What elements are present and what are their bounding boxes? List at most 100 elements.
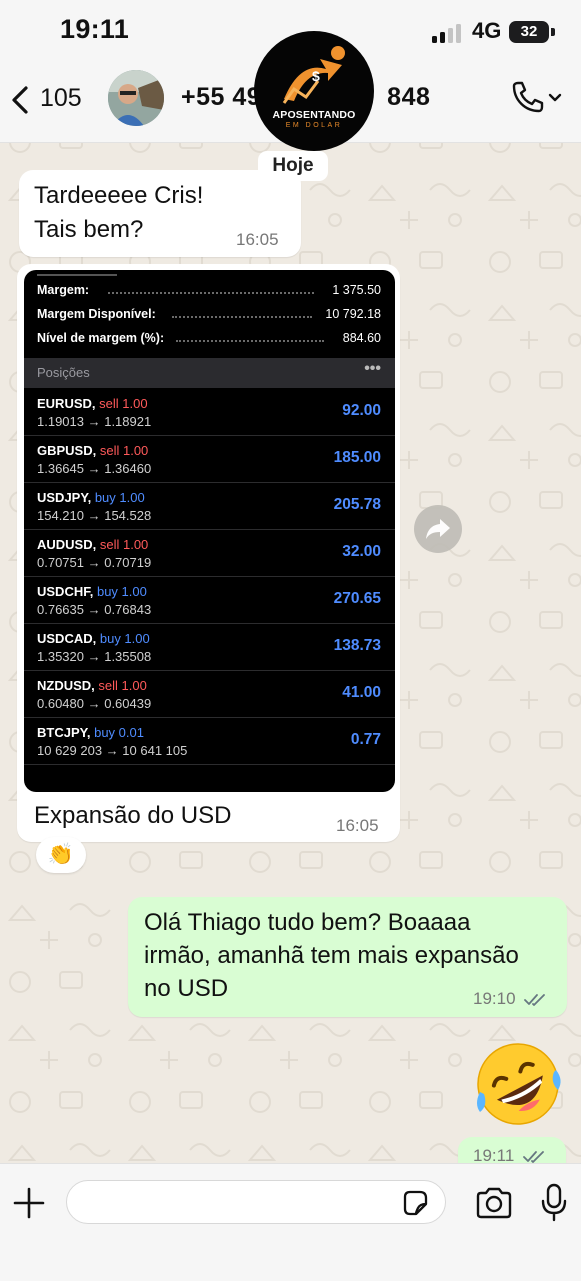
position-profit: 32.00 — [342, 543, 381, 560]
position-row: NZDUSD, sell 1.00 0.60480 → 0.60439 41.0… — [24, 670, 395, 718]
battery-level: 32 — [520, 23, 538, 40]
dotted-leader — [176, 340, 324, 342]
position-side: buy 0.01 — [94, 725, 144, 740]
message-incoming-1[interactable]: Tardeeeee Cris! Tais bem? 16:05 — [19, 170, 301, 257]
symbol-name: USDJPY, — [37, 490, 92, 505]
message-text-line: no USD — [144, 975, 229, 1002]
message-text-line: Tardeeeee Cris! — [34, 182, 204, 209]
position-side: sell 1.00 — [98, 678, 147, 693]
message-text-line: Olá Thiago tudo bem? Boaaaa — [144, 909, 471, 936]
position-side: buy 1.00 — [96, 584, 147, 599]
position-prices: 0.60480 → 0.60439 — [37, 696, 152, 711]
account-value: 1 375.50 — [332, 283, 381, 297]
account-label: Margem: — [37, 283, 90, 297]
position-row: AUDUSD, sell 1.00 0.70751 → 0.70719 32.0… — [24, 529, 395, 577]
dotted-leader — [108, 292, 314, 294]
position-prices: 154.210 → 154.528 — [37, 508, 152, 523]
position-profit: 0.77 — [350, 731, 381, 748]
read-ticks-icon — [523, 1150, 544, 1163]
rofl-emoji-icon[interactable] — [470, 1036, 566, 1132]
position-row: GBPUSD, sell 1.00 1.36645 → 1.36460 185.… — [24, 435, 395, 483]
position-prices: 0.70751 → 0.70719 — [37, 555, 152, 570]
position-symbol: AUDUSD, sell 1.00 — [37, 537, 148, 552]
plus-icon[interactable] — [12, 1186, 46, 1220]
unread-count[interactable]: 105 — [40, 84, 82, 113]
position-prices: 1.19013 → 1.18921 — [37, 414, 152, 429]
position-symbol: USDCHF, buy 1.00 — [37, 584, 147, 599]
position-row: USDJPY, buy 1.00 154.210 → 154.528 205.7… — [24, 482, 395, 530]
position-profit: 205.78 — [333, 496, 381, 513]
position-prices: 1.36645 → 1.36460 — [37, 461, 152, 476]
account-label: Nível de margem (%): — [37, 331, 165, 345]
account-value: 884.60 — [342, 331, 381, 345]
svg-text:$: $ — [312, 68, 320, 84]
position-side: sell 1.00 — [99, 537, 149, 552]
position-profit: 138.73 — [333, 637, 381, 654]
watermark-line2: EM DOLAR — [285, 122, 343, 129]
account-label: Margem Disponível: — [37, 307, 156, 321]
network-type: 4G — [472, 18, 502, 43]
positions-title: Posições — [37, 365, 90, 380]
symbol-name: GBPUSD, — [37, 443, 97, 458]
message-text-line: Tais bem? — [34, 216, 144, 243]
position-symbol: GBPUSD, sell 1.00 — [37, 443, 148, 458]
message-composer — [0, 1163, 581, 1281]
contact-name-end: 848 — [387, 83, 431, 111]
position-symbol: NZDUSD, sell 1.00 — [37, 678, 147, 693]
message-timestamp: 16:05 — [236, 230, 279, 249]
forward-button[interactable] — [414, 505, 462, 553]
position-side: buy 1.00 — [94, 490, 145, 505]
account-top-cut — [37, 270, 117, 276]
position-profit: 92.00 — [342, 402, 381, 419]
account-row-margin-level: Nível de margem (%): 884.60 — [24, 328, 395, 352]
position-symbol: USDCAD, buy 1.00 — [37, 631, 150, 646]
symbol-name: USDCHF, — [37, 584, 94, 599]
position-side: sell 1.00 — [99, 396, 148, 411]
message-text-line: irmão, amanhã tem mais expansão — [144, 942, 519, 969]
position-side: buy 1.00 — [99, 631, 150, 646]
message-outgoing-1[interactable]: Olá Thiago tudo bem? Boaaaa irmão, amanh… — [128, 897, 567, 1017]
trading-screenshot[interactable]: Margem: 1 375.50 Margem Disponível: 10 7… — [24, 270, 395, 792]
battery-tip — [551, 28, 555, 36]
position-prices: 0.76635 → 0.76843 — [37, 602, 152, 617]
message-input[interactable] — [66, 1180, 446, 1224]
microphone-icon[interactable] — [540, 1182, 568, 1222]
status-time: 19:11 — [60, 14, 130, 44]
position-profit: 270.65 — [333, 590, 381, 607]
symbol-name: NZDUSD, — [37, 678, 95, 693]
sticker-icon[interactable] — [400, 1188, 430, 1218]
symbol-name: BTCJPY, — [37, 725, 91, 740]
phone-call-icon[interactable] — [508, 80, 564, 116]
position-symbol: EURUSD, sell 1.00 — [37, 396, 148, 411]
position-row: EURUSD, sell 1.00 1.19013 → 1.18921 92.0… — [24, 388, 395, 436]
avatar[interactable] — [108, 70, 164, 126]
symbol-name: USDCAD, — [37, 631, 97, 646]
watermark-logo: $ APOSENTANDO EM DOLAR — [254, 31, 374, 151]
chevron-left-icon[interactable] — [6, 80, 36, 120]
positions-header: Posições ••• — [24, 358, 395, 388]
position-prices: 10 629 203 → 10 641 105 — [37, 743, 188, 758]
position-symbol: USDJPY, buy 1.00 — [37, 490, 145, 505]
position-prices: 1.35320 → 1.35508 — [37, 649, 152, 664]
dotted-leader — [172, 316, 312, 318]
image-caption: Expansão do USD — [34, 802, 232, 829]
message-timestamp: 19:10 — [473, 989, 548, 1009]
account-row-margin: Margem: 1 375.50 — [24, 280, 395, 304]
position-side: sell 1.00 — [99, 443, 149, 458]
symbol-name: AUDUSD, — [37, 537, 97, 552]
reaction-badge[interactable]: 👏 — [36, 837, 86, 873]
account-value: 10 792.18 — [325, 307, 381, 321]
watermark-line1: APOSENTANDO — [272, 109, 356, 121]
date-divider: Hoje — [258, 151, 328, 181]
position-row: USDCAD, buy 1.00 1.35320 → 1.35508 138.7… — [24, 623, 395, 671]
camera-icon[interactable] — [475, 1186, 513, 1220]
account-row-free-margin: Margem Disponível: 10 792.18 — [24, 304, 395, 328]
watermark-logo-icon: $ — [282, 46, 345, 104]
more-options-icon: ••• — [364, 360, 381, 377]
battery-icon: 32 — [509, 21, 549, 43]
position-row: BTCJPY, buy 0.01 10 629 203 → 10 641 105… — [24, 717, 395, 765]
position-symbol: BTCJPY, buy 0.01 — [37, 725, 144, 740]
position-row: USDCHF, buy 1.00 0.76635 → 0.76843 270.6… — [24, 576, 395, 624]
read-ticks-icon — [524, 993, 546, 1006]
signal-bars-icon — [432, 24, 461, 43]
